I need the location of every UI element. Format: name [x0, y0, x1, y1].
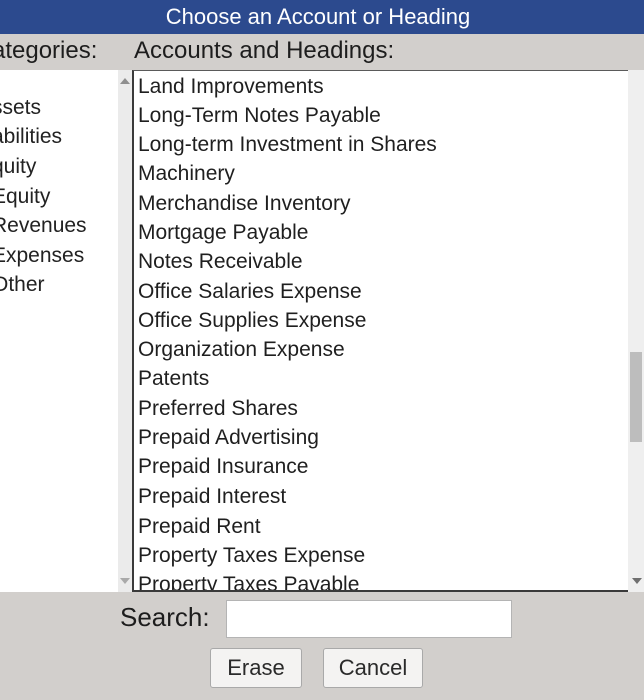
cancel-button[interactable]: Cancel	[323, 648, 423, 688]
dialog-title-bar: Choose an Account or Heading	[0, 0, 644, 34]
account-item[interactable]: Long-term Investment in Shares	[138, 130, 437, 159]
dialog-title: Choose an Account or Heading	[165, 4, 471, 29]
account-item[interactable]: Prepaid Advertising	[138, 423, 319, 452]
account-item[interactable]: Office Supplies Expense	[138, 306, 366, 335]
account-item[interactable]: Prepaid Insurance	[138, 452, 308, 481]
account-item[interactable]: Property Taxes Expense	[138, 541, 365, 570]
account-item[interactable]: Machinery	[138, 159, 235, 188]
category-item[interactable]: Other	[0, 270, 45, 299]
accounts-scrollbar[interactable]	[628, 70, 644, 592]
account-item[interactable]: Mortgage Payable	[138, 218, 308, 247]
accounts-list[interactable]: Land Improvements Long-Term Notes Payabl…	[132, 70, 628, 592]
category-item[interactable]: ssets	[0, 93, 41, 122]
accounts-header: Accounts and Headings:	[134, 37, 395, 64]
account-item[interactable]: Preferred Shares	[138, 394, 298, 423]
category-item[interactable]: Revenues	[0, 211, 87, 240]
search-label: Search:	[120, 602, 210, 632]
scroll-down-arrow-icon[interactable]	[120, 578, 130, 584]
account-item[interactable]: Notes Receivable	[138, 247, 303, 276]
search-panel: Search: Erase Cancel	[0, 592, 644, 700]
account-item[interactable]: Merchandise Inventory	[138, 189, 350, 218]
scroll-up-arrow-icon[interactable]	[120, 78, 130, 84]
category-item[interactable]: quity	[0, 152, 36, 181]
account-item[interactable]: Prepaid Interest	[138, 482, 286, 511]
category-item[interactable]: abilities	[0, 122, 62, 151]
categories-scrollbar[interactable]	[118, 70, 132, 592]
categories-list[interactable]: l ssets abilities quity Equity Revenues …	[0, 70, 118, 592]
categories-header: ategories:	[0, 37, 98, 64]
accounts-scroll-thumb[interactable]	[630, 352, 642, 442]
account-item[interactable]: Long-Term Notes Payable	[138, 101, 381, 130]
scroll-down-arrow-icon[interactable]	[632, 578, 642, 584]
account-item[interactable]: Organization Expense	[138, 335, 345, 364]
category-item[interactable]: Expenses	[0, 241, 84, 270]
search-input[interactable]	[226, 600, 512, 638]
account-item[interactable]: Property Taxes Payable	[138, 570, 359, 590]
account-item[interactable]: Land Improvements	[138, 72, 324, 101]
list-headers: ategories: Accounts and Headings:	[0, 34, 644, 70]
account-item[interactable]: Office Salaries Expense	[138, 277, 362, 306]
account-item[interactable]: Prepaid Rent	[138, 512, 261, 541]
category-item[interactable]: Equity	[0, 182, 50, 211]
erase-button[interactable]: Erase	[210, 648, 302, 688]
account-item[interactable]: Patents	[138, 364, 209, 393]
